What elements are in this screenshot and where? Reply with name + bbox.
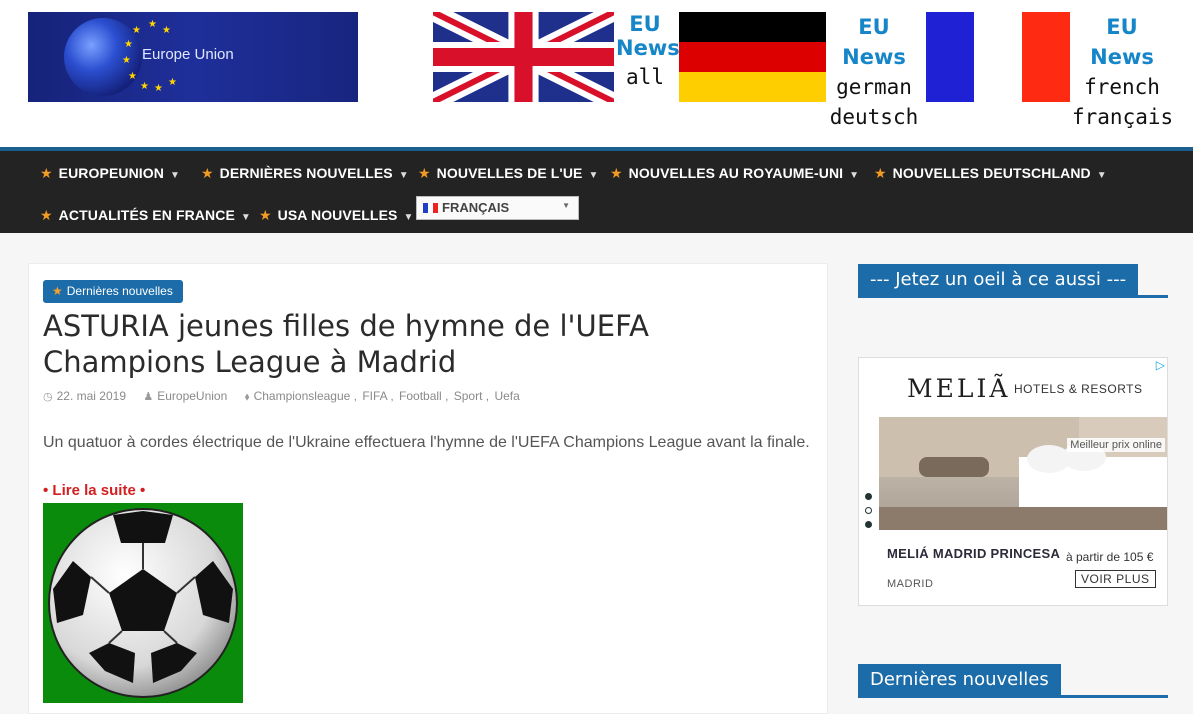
ad-hotel-name: MELIÁ MADRID PRINCESA bbox=[887, 546, 1061, 561]
logo-text: Europe Union bbox=[142, 46, 234, 63]
best-price-label: Meilleur prix online bbox=[1067, 438, 1165, 452]
nav-item-europeunion[interactable]: ★ EUROPEUNION ▼ bbox=[40, 165, 180, 182]
tag-link[interactable]: Championsleague bbox=[254, 389, 351, 403]
chevron-down-icon: ▼ bbox=[240, 212, 251, 223]
german-flag-icon[interactable] bbox=[679, 12, 826, 102]
article-excerpt: Un quatuor à cordes électrique de l'Ukra… bbox=[43, 434, 810, 451]
french-flag-blue-icon[interactable] bbox=[926, 12, 974, 102]
flag-label-all[interactable]: EU News all bbox=[616, 12, 680, 94]
ad-cta-button[interactable]: VOIR PLUS bbox=[1075, 570, 1156, 588]
tag-link[interactable]: Football bbox=[399, 389, 442, 403]
star-icon: ★ bbox=[610, 165, 623, 181]
eu-star-icon: ★ bbox=[162, 25, 171, 36]
tag-link[interactable]: FIFA bbox=[362, 389, 387, 403]
hotel-ad[interactable]: ▷ MELIÃ HOTELS & RESORTS Meilleur prix o… bbox=[858, 357, 1168, 606]
tag-link[interactable]: Sport bbox=[454, 389, 483, 403]
widget-title-look-also: --- Jetez un oeil à ce aussi --- bbox=[858, 264, 1168, 298]
nav-item-usa[interactable]: ★ USA NOUVELLES ▼ bbox=[259, 207, 413, 224]
eu-star-icon: ★ bbox=[154, 83, 163, 94]
carousel-dot-active[interactable] bbox=[865, 507, 872, 514]
nav-item-dernieres-nouvelles[interactable]: ★ DERNIÈRES NOUVELLES ▼ bbox=[201, 165, 409, 182]
uk-flag-icon bbox=[433, 12, 614, 102]
star-icon: ★ bbox=[418, 165, 431, 181]
ad-city: MADRID bbox=[887, 578, 934, 590]
star-icon: ★ bbox=[40, 207, 53, 223]
eu-star-icon: ★ bbox=[140, 81, 149, 92]
nav-item-nouvelles-ue[interactable]: ★ NOUVELLES DE L'UE ▼ bbox=[418, 165, 598, 182]
article-title[interactable]: ASTURIA jeunes filles de hymne de l'UEFA… bbox=[43, 308, 813, 380]
carousel-dot[interactable] bbox=[865, 521, 872, 528]
ad-price: à partir de 105 € bbox=[1066, 550, 1154, 564]
star-icon: ★ bbox=[52, 284, 63, 298]
chevron-down-icon: ▼ bbox=[849, 170, 860, 181]
chevron-down-icon: ▼ bbox=[403, 212, 414, 223]
eu-star-icon: ★ bbox=[168, 77, 177, 88]
flag-label-french[interactable]: EU News french français bbox=[1072, 12, 1173, 132]
carousel-dot[interactable] bbox=[865, 493, 872, 500]
chevron-down-icon: ▼ bbox=[588, 170, 599, 181]
bed-illustration-icon bbox=[879, 417, 1167, 530]
star-icon: ★ bbox=[874, 165, 887, 181]
star-icon: ★ bbox=[259, 207, 272, 223]
ad-brand: MELIÃ bbox=[907, 374, 1011, 403]
eu-star-icon: ★ bbox=[122, 55, 131, 66]
french-flag-red-icon[interactable] bbox=[1022, 12, 1070, 102]
nav-item-france[interactable]: ★ ACTUALITÉS EN FRANCE ▼ bbox=[40, 207, 251, 224]
category-badge[interactable]: ★ Dernières nouvelles bbox=[43, 280, 183, 303]
eu-star-icon: ★ bbox=[132, 25, 141, 36]
ad-brand-sub: HOTELS & RESORTS bbox=[1014, 382, 1143, 396]
article-meta: ◷ 22. mai 2019 ♟ EuropeUnion ⬧ Championslea… bbox=[43, 389, 520, 403]
clock-icon: ◷ bbox=[43, 391, 53, 403]
chevron-down-icon: ▼ bbox=[398, 170, 409, 181]
tag-icon: ⬧ bbox=[244, 391, 250, 403]
language-select[interactable]: FRANÇAIS ▼ bbox=[416, 196, 579, 220]
flag-label-german[interactable]: EU News german deutsch bbox=[826, 12, 922, 132]
eu-star-icon: ★ bbox=[124, 39, 133, 50]
site-header: ★ ★ ★ ★ ★ ★ ★ ★ ★ Europe Union EU News a… bbox=[0, 0, 1193, 147]
star-icon: ★ bbox=[40, 165, 53, 181]
carousel-dots bbox=[865, 493, 872, 535]
main-nav: ★ EUROPEUNION ▼ ★ DERNIÈRES NOUVELLES ▼ ★ NOU… bbox=[0, 147, 1193, 233]
article-date[interactable]: 22. mai 2019 bbox=[57, 389, 126, 403]
nav-item-royaume-uni[interactable]: ★ NOUVELLES AU ROYAUME-UNI ▼ bbox=[610, 165, 859, 182]
read-more-link[interactable]: • Lire la suite • bbox=[43, 482, 145, 499]
eu-star-icon: ★ bbox=[148, 19, 157, 30]
hotel-room-image[interactable]: Meilleur prix online bbox=[879, 417, 1167, 530]
nav-item-deutschland[interactable]: ★ NOUVELLES DEUTSCHLAND ▼ bbox=[874, 165, 1107, 182]
widget-title-latest-news: Dernières nouvelles bbox=[858, 664, 1168, 698]
french-flag-mini-icon bbox=[423, 203, 438, 213]
chevron-down-icon: ▼ bbox=[1096, 170, 1107, 181]
site-logo[interactable]: ★ ★ ★ ★ ★ ★ ★ ★ ★ Europe Union bbox=[28, 12, 358, 102]
soccer-ball-icon bbox=[48, 508, 238, 698]
chevron-down-icon: ▼ bbox=[170, 170, 180, 181]
tag-link[interactable]: Uefa bbox=[494, 389, 519, 403]
user-icon: ♟ bbox=[143, 391, 154, 403]
article-thumbnail[interactable] bbox=[43, 503, 243, 703]
eu-star-icon: ★ bbox=[128, 71, 137, 82]
star-icon: ★ bbox=[201, 165, 214, 181]
adchoices-icon[interactable]: ▷ bbox=[1156, 358, 1165, 372]
caret-down-icon: ▼ bbox=[562, 201, 570, 210]
article-author[interactable]: EuropeUnion bbox=[157, 389, 227, 403]
